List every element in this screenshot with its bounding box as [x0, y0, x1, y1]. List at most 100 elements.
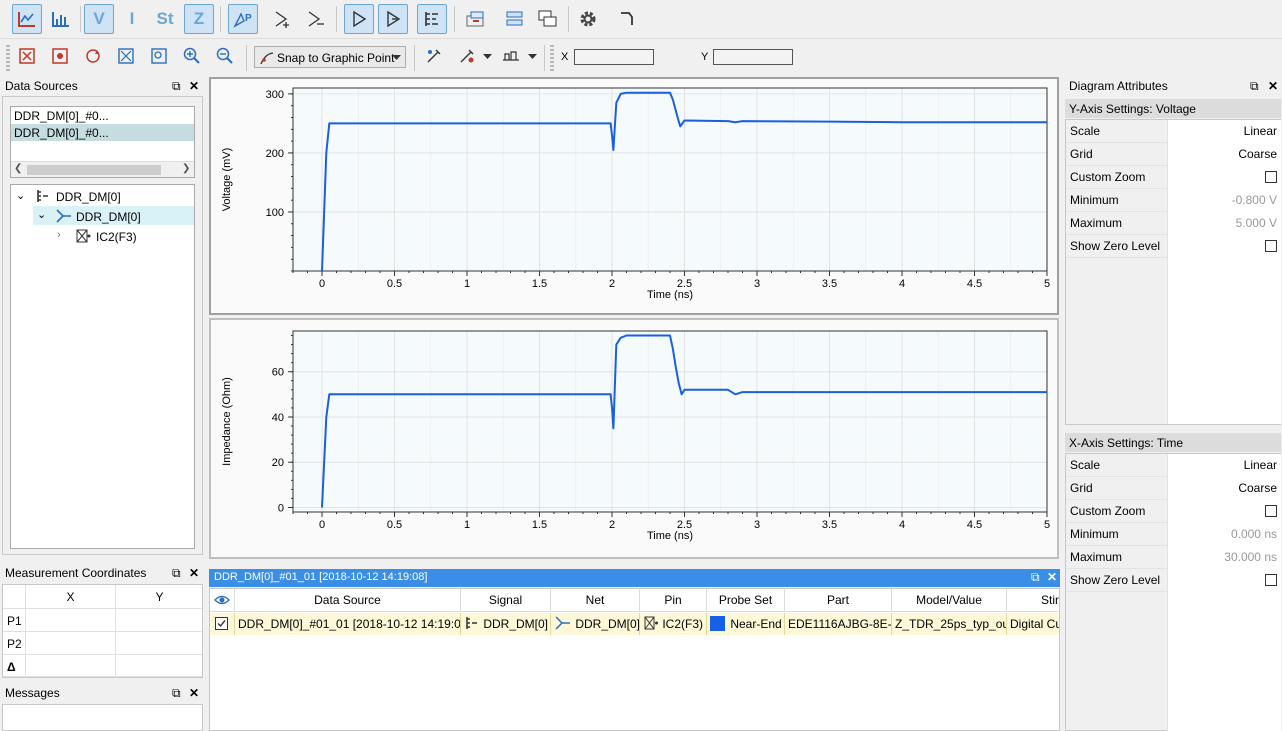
chevron-right-icon[interactable]: ›: [57, 229, 61, 241]
chevron-down-icon[interactable]: ⌄: [37, 208, 46, 221]
chevron-down-icon[interactable]: [483, 54, 492, 60]
chevron-right-icon[interactable]: ❯: [182, 163, 190, 174]
zoom-fit-all-button[interactable]: [15, 44, 39, 68]
current-button[interactable]: I: [117, 4, 147, 34]
chart-bar-button[interactable]: [46, 4, 76, 34]
header-stimulus[interactable]: Stin: [1007, 589, 1059, 611]
header-part[interactable]: Part: [785, 589, 892, 611]
float-icon[interactable]: ⧉: [1250, 77, 1259, 96]
overlay-button[interactable]: [536, 7, 560, 31]
probe-add-button[interactable]: [271, 7, 295, 31]
zoom-out-button[interactable]: [213, 44, 237, 68]
probe-button[interactable]: P: [228, 4, 258, 34]
zoom-refresh-button[interactable]: [81, 44, 105, 68]
visibility-cell[interactable]: [210, 613, 235, 635]
chevron-down-icon[interactable]: ⌄: [16, 189, 25, 202]
impedance-button[interactable]: Z: [184, 4, 214, 34]
measure-button[interactable]: [422, 44, 446, 68]
close-icon[interactable]: ✕: [189, 684, 199, 703]
attr-value[interactable]: Coarse: [1167, 143, 1281, 166]
stimulus-button[interactable]: St: [150, 4, 180, 34]
attr-row-minimum[interactable]: Minimum -0.800 V: [1066, 189, 1281, 212]
voltage-chart[interactable]: 0 0.5 1 1.5 2 2.5 3 3.5 4 4.5 5100200300Time (ns)V…: [211, 79, 1057, 313]
table-row[interactable]: P1: [3, 608, 202, 632]
attr-value[interactable]: Linear: [1167, 454, 1281, 477]
attr-value[interactable]: 5.000 V: [1167, 212, 1281, 235]
attr-row-show-zero-level[interactable]: Show Zero Level: [1066, 569, 1281, 592]
float-icon[interactable]: ⧉: [172, 684, 181, 703]
attr-value[interactable]: [1167, 235, 1281, 258]
attr-row-custom-zoom[interactable]: Custom Zoom: [1066, 166, 1281, 189]
tree-child-label[interactable]: DDR_DM[0]: [76, 210, 141, 224]
table-row[interactable]: Δ: [3, 654, 202, 678]
snap-dropdown[interactable]: Snap to Graphic Point: [254, 46, 406, 68]
settings-button[interactable]: [576, 7, 600, 31]
close-icon[interactable]: ✕: [1047, 570, 1057, 584]
chevron-left-icon[interactable]: ❮: [14, 163, 22, 174]
list-item[interactable]: DDR_DM[0]_#0...: [11, 107, 194, 124]
stack-button[interactable]: [503, 7, 527, 31]
attr-value[interactable]: -0.800 V: [1167, 189, 1281, 212]
attr-row-grid[interactable]: Grid Coarse: [1066, 477, 1281, 500]
x-coord-field[interactable]: [574, 49, 654, 65]
header-net[interactable]: Net: [551, 589, 640, 611]
attr-row-grid[interactable]: Grid Coarse: [1066, 143, 1281, 166]
table-row[interactable]: P2: [3, 631, 202, 655]
close-icon[interactable]: ✕: [189, 564, 199, 583]
attr-row-scale[interactable]: Scale Linear: [1066, 454, 1281, 477]
zoom-window-button[interactable]: [147, 44, 171, 68]
attr-value[interactable]: [1167, 569, 1281, 592]
checkbox-checked-icon[interactable]: [215, 617, 228, 630]
attr-value[interactable]: 30.000 ns: [1167, 546, 1281, 569]
attr-value[interactable]: [1167, 500, 1281, 523]
chevron-down-icon[interactable]: [528, 54, 537, 60]
eye-diagram-button[interactable]: [499, 44, 523, 68]
attr-row-show-zero-level[interactable]: Show Zero Level: [1066, 235, 1281, 258]
zoom-extent-button[interactable]: [114, 44, 138, 68]
play-step-button[interactable]: [378, 4, 408, 34]
scrollbar-thumb[interactable]: [27, 165, 161, 175]
export-button[interactable]: [464, 7, 488, 31]
attr-row-maximum[interactable]: Maximum 5.000 V: [1066, 212, 1281, 235]
visibility-column-header[interactable]: [210, 589, 235, 611]
table-row[interactable]: DDR_DM[0]_#01_01 [2018-10-12 14:19:08] D…: [210, 613, 1059, 635]
impedance-chart[interactable]: 0 0.5 1 1.5 2 2.5 3 3.5 4 4.5 50204060Time (ns)Imp…: [211, 320, 1057, 557]
zoom-center-button[interactable]: [48, 44, 72, 68]
play-forward-button[interactable]: [344, 4, 374, 34]
close-icon[interactable]: ✕: [189, 77, 199, 96]
probe-edit-button[interactable]: [304, 7, 328, 31]
custom-zoom-checkbox[interactable]: [1265, 505, 1277, 517]
header-data-source[interactable]: Data Source: [235, 589, 461, 611]
probe-color-swatch[interactable]: [710, 616, 725, 631]
hook-button[interactable]: [615, 7, 639, 31]
show-zero-level-checkbox[interactable]: [1265, 574, 1277, 586]
attr-value[interactable]: Linear: [1167, 120, 1281, 143]
topology-button[interactable]: [417, 4, 447, 34]
attr-value[interactable]: [1167, 166, 1281, 189]
attr-value[interactable]: Coarse: [1167, 477, 1281, 500]
close-icon[interactable]: ✕: [1268, 77, 1278, 96]
voltage-button[interactable]: V: [84, 4, 114, 34]
float-icon[interactable]: ⧉: [172, 77, 181, 96]
tree-root-label[interactable]: DDR_DM[0]: [56, 190, 121, 204]
header-pin[interactable]: Pin: [640, 589, 707, 611]
attr-row-minimum[interactable]: Minimum 0.000 ns: [1066, 523, 1281, 546]
attr-row-maximum[interactable]: Maximum 30.000 ns: [1066, 546, 1281, 569]
chart-line-button[interactable]: [12, 4, 42, 34]
measure-options-button[interactable]: [455, 44, 479, 68]
zoom-in-button[interactable]: [180, 44, 204, 68]
header-probe-set[interactable]: Probe Set: [707, 589, 785, 611]
list-item[interactable]: DDR_DM[0]_#0...: [11, 124, 194, 141]
y-coord-field[interactable]: [713, 49, 793, 65]
horizontal-scrollbar[interactable]: ❮ ❯: [11, 161, 194, 177]
float-icon[interactable]: ⧉: [172, 564, 181, 583]
header-model-value[interactable]: Model/Value: [892, 589, 1007, 611]
tree-leaf-label[interactable]: IC2(F3): [96, 230, 137, 244]
custom-zoom-checkbox[interactable]: [1265, 171, 1277, 183]
attr-value[interactable]: 0.000 ns: [1167, 523, 1281, 546]
attr-row-custom-zoom[interactable]: Custom Zoom: [1066, 500, 1281, 523]
header-signal[interactable]: Signal: [461, 589, 551, 611]
show-zero-level-checkbox[interactable]: [1265, 240, 1277, 252]
float-icon[interactable]: ⧉: [1031, 570, 1040, 585]
attr-row-scale[interactable]: Scale Linear: [1066, 120, 1281, 143]
